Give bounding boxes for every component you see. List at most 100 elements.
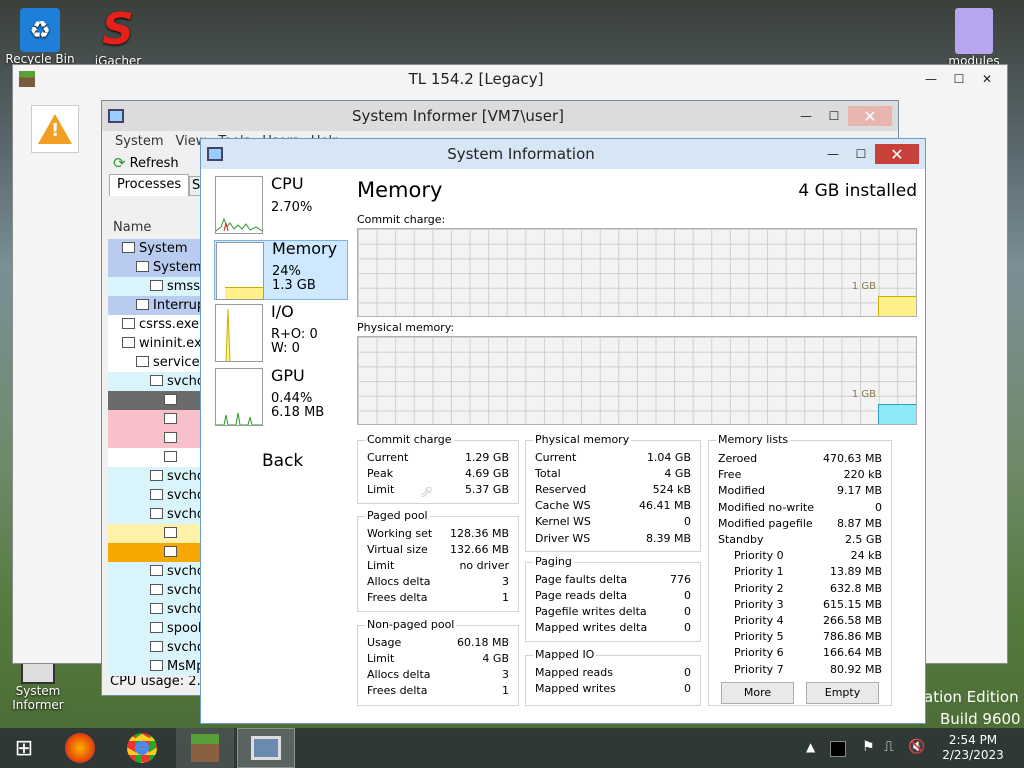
stat-label: Limit <box>367 483 395 497</box>
si-minimize-button[interactable]: — <box>792 106 820 126</box>
stat-label: Reserved <box>535 483 587 497</box>
stat-value: 615.15 MB <box>822 597 882 611</box>
tray-volume-muted-icon[interactable]: 🔇 <box>908 739 925 755</box>
windows-logo-icon: ⊞ <box>14 735 34 761</box>
si-titlebar[interactable]: System Informer [VM7\user] — ☐ ✕ <box>102 101 898 131</box>
stat-row: Virtual size 132.66 MB <box>367 542 509 558</box>
more-button[interactable]: More <box>721 682 794 704</box>
tile-memory[interactable]: Memory 24% 1.3 GB <box>214 239 348 300</box>
process-tree-row[interactable] <box>108 391 201 410</box>
stat-row: Kernel WS 0 <box>535 514 691 530</box>
process-name: svchost.exe <box>167 469 201 484</box>
process-tree-row[interactable] <box>108 543 201 562</box>
taskbar-system-informer[interactable] <box>237 728 295 768</box>
stat-label: Mapped writes delta <box>535 621 648 635</box>
tl-minimize-button[interactable]: — <box>917 69 945 89</box>
process-tree-row[interactable] <box>108 524 201 543</box>
process-tree-row[interactable] <box>108 429 201 448</box>
sysinfo-titlebar[interactable]: System Information — ☐ ✕ <box>201 139 925 169</box>
tray-black-square-icon[interactable] <box>830 741 846 757</box>
tile-gpu-size: 6.18 MB <box>271 405 325 420</box>
taskbar-chrome[interactable] <box>114 728 170 768</box>
process-tree-row[interactable]: System <box>108 239 201 258</box>
memory-mini-graph <box>216 242 264 300</box>
process-tree-row[interactable]: csrss.exe <box>108 315 201 334</box>
process-tree-row[interactable]: svchost.exe <box>108 467 201 486</box>
sysinfo-title: System Information <box>447 145 595 163</box>
clock[interactable]: 2:54 PM 2/23/2023 <box>932 733 1014 763</box>
stat-row: Priority 0 24 kB <box>718 548 882 564</box>
stat-row: Priority 3 615.15 MB <box>718 597 882 613</box>
tl-close-button[interactable]: ✕ <box>973 69 1001 89</box>
sysinfo-close-button[interactable]: ✕ <box>875 144 919 164</box>
back-link[interactable]: Back <box>262 451 303 471</box>
tile-cpu[interactable]: CPU 2.70% <box>214 174 348 236</box>
process-tree-row[interactable]: smss.exe <box>108 277 201 296</box>
process-tree-row[interactable]: svchost.exe <box>108 638 201 657</box>
process-tree-row[interactable]: spoolsv.exe <box>108 619 201 638</box>
taskbar-minecraft[interactable] <box>176 728 234 768</box>
modules-icon[interactable]: modules <box>936 8 1012 68</box>
process-tree-row[interactable] <box>108 448 201 467</box>
stat-value: 786.86 MB <box>822 630 882 644</box>
process-tree-row[interactable]: wininit.exe <box>108 334 201 353</box>
tray-network-icon[interactable]: ⎍ <box>884 739 894 755</box>
tray-chevron-icon[interactable]: ▲ <box>806 740 815 754</box>
commit-fill <box>878 296 916 316</box>
app-shortcut-icon[interactable]: S jGacher <box>80 6 156 69</box>
process-tree-row[interactable]: svchost.exe <box>108 486 201 505</box>
stat-label: Page reads delta <box>535 589 627 603</box>
sysinfo-maximize-button[interactable]: ☐ <box>847 144 875 164</box>
system-informer-desktop-icon[interactable]: System Informer <box>0 660 76 712</box>
stat-row: Frees delta 1 <box>367 683 509 699</box>
stat-value: 0 <box>684 666 691 679</box>
process-tree-row[interactable]: MsMpEng.exe <box>108 657 201 676</box>
refresh-button[interactable]: ⟳ Refresh <box>113 154 179 172</box>
tile-io[interactable]: I/O R+O: 0 W: 0 <box>214 302 348 364</box>
stat-row: Free 220 kB <box>718 467 882 483</box>
si-maximize-button[interactable]: ☐ <box>820 106 848 126</box>
clock-time: 2:54 PM <box>948 733 998 747</box>
column-name-header[interactable]: Name <box>113 220 151 235</box>
stat-label: Cache WS <box>535 499 591 513</box>
stat-label: Modified <box>718 484 765 498</box>
process-icon <box>164 451 177 462</box>
group-title: Mapped IO <box>533 648 597 661</box>
group-title: Paged pool <box>365 509 430 522</box>
mouse-cursor-icon: ➚ <box>420 482 434 501</box>
warning-icon[interactable]: ! <box>31 105 79 153</box>
tl-maximize-button[interactable]: ☐ <box>945 69 973 89</box>
process-icon <box>150 280 163 291</box>
stat-value: 220 kB <box>843 468 882 482</box>
stat-row: Priority 2 632.8 MB <box>718 581 882 597</box>
process-tree-row[interactable]: svchost.exe <box>108 372 201 391</box>
stat-value: 266.58 MB <box>822 614 882 627</box>
process-tree-row[interactable]: svchost.exe <box>108 562 201 581</box>
stat-row: Priority 5 786.86 MB <box>718 629 882 645</box>
si-close-button[interactable]: ✕ <box>848 106 892 126</box>
process-icon <box>150 470 163 481</box>
process-tree-row[interactable]: svchost.exe <box>108 600 201 619</box>
process-name: spoolsv.exe <box>167 621 201 636</box>
stat-label: Modified pagefile <box>718 516 813 530</box>
process-tree-row[interactable]: System <box>108 258 201 277</box>
process-tree-row[interactable]: svchost.exe <box>108 505 201 524</box>
taskbar-firefox[interactable] <box>52 728 108 768</box>
system-informer-taskbar-icon <box>251 736 281 760</box>
si-title: System Informer [VM7\user] <box>352 107 564 125</box>
process-icon <box>136 261 149 272</box>
process-tree-row[interactable]: Interrupts <box>108 296 201 315</box>
start-button[interactable]: ⊞ <box>0 728 48 768</box>
recycle-bin-icon[interactable]: ♻ Recycle Bin <box>2 8 78 66</box>
tray-flag-icon[interactable]: ⚑ <box>862 739 875 755</box>
process-tree-row[interactable]: svchost.exe <box>108 581 201 600</box>
tile-gpu[interactable]: GPU 0.44% 6.18 MB <box>214 366 348 428</box>
empty-button[interactable]: Empty <box>806 682 879 704</box>
process-tree-row[interactable] <box>108 410 201 429</box>
sysinfo-minimize-button[interactable]: — <box>819 144 847 164</box>
tl-titlebar[interactable]: TL 154.2 [Legacy] — ☐ ✕ <box>13 65 1007 93</box>
process-icon <box>150 660 163 671</box>
tab-processes[interactable]: Processes <box>109 174 189 196</box>
process-tree-row[interactable]: services.exe <box>108 353 201 372</box>
menu-system[interactable]: System <box>115 134 163 149</box>
